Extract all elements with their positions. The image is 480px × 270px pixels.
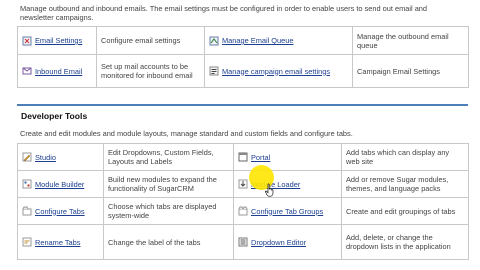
email-settings-description: Configure email settings (96, 26, 205, 55)
table-row: Inbound Email Set up mail accounts to be… (17, 54, 469, 88)
developer-tools-description: Create and edit modules and module layou… (20, 129, 353, 138)
dropdown-editor-link[interactable]: Dropdown Editor (251, 238, 306, 247)
hand-cursor-icon (265, 183, 274, 197)
table-row: Studio Edit Dropdowns, Custom Fields, La… (17, 143, 469, 171)
module-builder-icon (22, 179, 32, 189)
portal-description: Add tabs which can display any web site (341, 143, 469, 171)
email-queue-icon (209, 36, 219, 45)
dropdown-editor-icon (238, 237, 248, 247)
email-settings-icon (22, 36, 32, 45)
email-settings-link[interactable]: Email Settings (35, 36, 82, 45)
configure-tabs-description: Choose which tabs are displayed system-w… (103, 197, 234, 225)
configure-tab-groups-description: Create and edit groupings of tabs (341, 197, 469, 225)
portal-icon (238, 152, 248, 162)
manage-email-queue-link[interactable]: Manage Email Queue (222, 36, 294, 45)
configure-tabs-link[interactable]: Configure Tabs (35, 207, 85, 216)
developer-tools-title: Developer Tools (21, 111, 88, 121)
inbound-email-link[interactable]: Inbound Email (35, 67, 82, 76)
campaign-email-icon (209, 66, 219, 76)
studio-link[interactable]: Studio (35, 153, 56, 162)
manage-campaign-email-settings-link[interactable]: Manage campaign email settings (222, 67, 330, 76)
table-row: Configure Tabs Choose which tabs are dis… (17, 197, 469, 225)
table-row: Module Builder Build new modules to expa… (17, 170, 469, 198)
configure-tabs-icon (22, 206, 32, 216)
developer-tools-table: Studio Edit Dropdowns, Custom Fields, La… (17, 143, 469, 260)
campaign-email-settings-description: Campaign Email Settings (352, 54, 469, 88)
studio-icon (22, 152, 32, 162)
configure-tab-groups-link[interactable]: Configure Tab Groups (251, 207, 323, 216)
email-admin-table: Email Settings Configure email settings … (17, 26, 469, 88)
rename-tabs-link[interactable]: Rename Tabs (35, 238, 80, 247)
email-section-description: Manage outbound and inbound emails. The … (20, 4, 428, 22)
studio-description: Edit Dropdowns, Custom Fields, Layouts a… (103, 143, 234, 171)
module-loader-description: Add or remove Sugar modules, themes, and… (341, 170, 469, 198)
inbound-email-icon (22, 67, 32, 75)
module-builder-description: Build new modules to expand the function… (103, 170, 234, 198)
dropdown-editor-description: Add, delete, or change the dropdown list… (341, 224, 469, 260)
rename-tabs-icon (22, 237, 32, 247)
manage-email-queue-description: Manage the outbound email queue (352, 26, 469, 55)
module-loader-icon (238, 179, 248, 189)
section-divider (17, 104, 468, 106)
table-row: Email Settings Configure email settings … (17, 26, 469, 55)
module-builder-link[interactable]: Module Builder (35, 180, 84, 189)
rename-tabs-description: Change the label of the tabs (103, 224, 234, 260)
inbound-email-description: Set up mail accounts to be monitored for… (96, 54, 205, 88)
table-row: Rename Tabs Change the label of the tabs… (17, 224, 469, 260)
portal-link[interactable]: Portal (251, 153, 270, 162)
configure-tab-groups-icon (238, 206, 248, 216)
